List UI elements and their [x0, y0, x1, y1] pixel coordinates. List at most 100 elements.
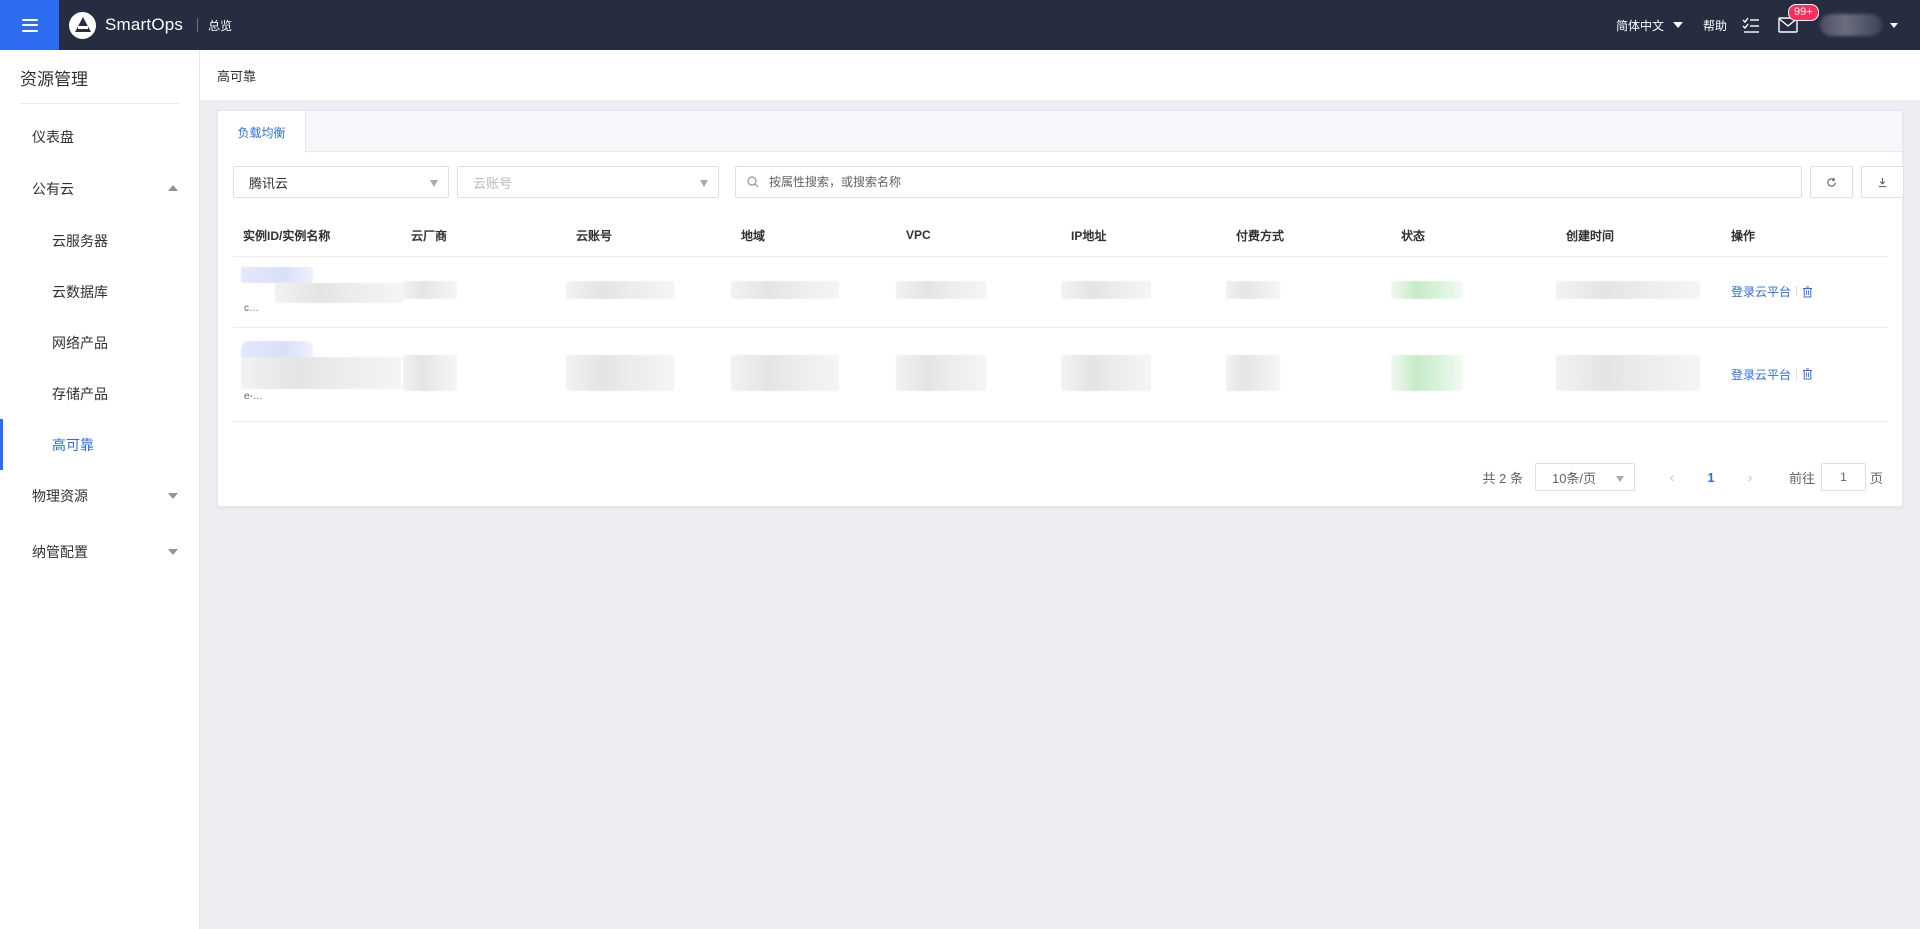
sidebar-item-public-cloud[interactable]: 公有云: [0, 163, 199, 215]
sidebar-item-label: 仪表盘: [32, 129, 74, 145]
column-header[interactable]: 云账号: [566, 215, 731, 257]
next-page-button[interactable]: ›: [1735, 463, 1765, 491]
sidebar-item-label: 纳管配置: [32, 544, 88, 560]
header-actions: 简体中文 帮助 99+: [1616, 0, 1920, 50]
instance-id-cell[interactable]: e-…: [241, 341, 401, 407]
task-list-icon[interactable]: [1741, 15, 1761, 35]
chevron-down-icon: [168, 493, 178, 499]
goto-page: 前往 页: [1789, 463, 1883, 491]
column-header: 操作: [1721, 215, 1888, 257]
provider-select[interactable]: 腾讯云: [233, 166, 449, 198]
filter-bar: 腾讯云 云账号: [233, 166, 1904, 198]
download-button[interactable]: [1861, 166, 1904, 198]
trash-icon[interactable]: [1802, 368, 1813, 380]
app-logo[interactable]: SmartOps: [69, 11, 184, 39]
goto-label: 前往: [1788, 470, 1815, 486]
sidebar-item-cloud-databases[interactable]: 云数据库: [0, 266, 199, 317]
row-actions: 登录云平台: [1731, 366, 1888, 383]
notification-badge: 99+: [1788, 4, 1819, 21]
sidebar-item-label: 物理资源: [32, 488, 88, 504]
status-badge: [1391, 281, 1463, 299]
sidebar-item-storage-products[interactable]: 存储产品: [0, 368, 199, 419]
redacted-instance-id[interactable]: [241, 266, 313, 283]
column-header[interactable]: 地域: [731, 215, 896, 257]
redacted-cell: [1226, 354, 1280, 391]
page-size-select[interactable]: 10条/页: [1534, 463, 1635, 491]
provider-value: 腾讯云: [249, 175, 289, 191]
page-suffix: 页: [1869, 470, 1883, 486]
redacted-cell: [731, 354, 839, 391]
account-select[interactable]: 云账号: [457, 166, 719, 198]
help-link[interactable]: 帮助: [1703, 17, 1727, 34]
sidebar-item-label: 高可靠: [52, 436, 94, 453]
header-divider: [197, 18, 199, 32]
table-row: e-… 登录云平台: [233, 327, 1888, 422]
sidebar-item-high-availability[interactable]: 高可靠: [0, 419, 199, 470]
instance-name-fragment: c…: [244, 302, 259, 314]
redacted-cell: [896, 281, 986, 299]
sidebar-item-dashboard[interactable]: 仪表盘: [0, 111, 199, 163]
redacted-cell: [896, 354, 986, 391]
notifications-button[interactable]: 99+: [1778, 4, 1819, 35]
sidebar-item-label: 存储产品: [52, 385, 108, 402]
column-header[interactable]: VPC: [896, 215, 1061, 257]
action-divider: [1796, 286, 1798, 297]
tab-load-balancer[interactable]: 负载均衡: [218, 111, 306, 153]
redacted-cell: [566, 354, 674, 391]
refresh-icon: [1827, 177, 1836, 187]
status-badge: [1391, 354, 1463, 391]
goto-page-input[interactable]: [1820, 463, 1866, 491]
top-bar: SmartOps 总览 简体中文 帮助 99+: [0, 0, 1920, 50]
column-header[interactable]: 创建时间: [1556, 215, 1721, 257]
table-header-row: 实例ID/实例名称 云厂商 云账号 地域 VPC IP地址 付费方式 状态 创建…: [233, 215, 1888, 257]
redacted-cell: [403, 354, 457, 391]
logo-icon: [69, 11, 96, 39]
sidebar-item-cloud-servers[interactable]: 云服务器: [0, 215, 199, 266]
menu-toggle-button[interactable]: [0, 0, 59, 50]
dropdown-arrow-icon: [430, 180, 438, 187]
overview-link[interactable]: 总览: [208, 17, 232, 34]
redacted-instance-name: [241, 357, 401, 389]
instance-id-cell[interactable]: c…: [241, 265, 403, 319]
column-header[interactable]: 实例ID/实例名称: [233, 215, 401, 257]
page-number[interactable]: 1: [1696, 470, 1726, 485]
row-actions: 登录云平台: [1731, 283, 1888, 300]
column-header[interactable]: IP地址: [1061, 215, 1226, 257]
trash-icon[interactable]: [1802, 286, 1813, 298]
pagination: 共 2 条 10条/页 ‹ 1 › 前往 页: [1483, 463, 1883, 491]
content-card: 负载均衡 腾讯云 云账号 按属性搜索，或搜索名称 实例ID/实例名称 云厂商 云…: [217, 110, 1904, 507]
sidebar-item-label: 云服务器: [52, 232, 108, 249]
account-placeholder: 云账号: [473, 175, 513, 191]
dropdown-arrow-icon: [1615, 476, 1624, 482]
column-header[interactable]: 云厂商: [401, 215, 566, 257]
sidebar: 资源管理 仪表盘 公有云 云服务器 云数据库 网络产品 存储产品 高可靠 物理资…: [0, 50, 200, 929]
sidebar-item-managed-config[interactable]: 纳管配置: [0, 526, 199, 578]
user-menu[interactable]: [1820, 14, 1898, 36]
login-cloud-platform-link[interactable]: 登录云平台: [1731, 283, 1791, 300]
download-icon: [1878, 177, 1887, 187]
column-header[interactable]: 付费方式: [1226, 215, 1391, 257]
chevron-down-icon: [1890, 22, 1898, 28]
prev-page-button[interactable]: ‹: [1657, 463, 1687, 491]
redacted-instance-name: [275, 282, 403, 303]
column-header[interactable]: 状态: [1391, 215, 1556, 257]
sidebar-item-physical-resources[interactable]: 物理资源: [0, 470, 199, 522]
instances-table: 实例ID/实例名称 云厂商 云账号 地域 VPC IP地址 付费方式 状态 创建…: [233, 215, 1888, 422]
sidebar-item-label: 云数据库: [52, 283, 108, 300]
app-name: SmartOps: [105, 15, 184, 34]
redacted-cell: [1226, 281, 1280, 299]
sidebar-item-label: 网络产品: [52, 334, 108, 351]
search-field[interactable]: [735, 166, 1802, 198]
hamburger-icon: [21, 18, 38, 32]
instance-name-fragment: e-…: [244, 391, 263, 402]
refresh-button[interactable]: [1810, 166, 1853, 198]
tab-bar: 负载均衡: [218, 111, 1902, 153]
table-row: c… 登录云平台: [233, 256, 1888, 328]
language-selector[interactable]: 简体中文: [1616, 17, 1683, 34]
redacted-cell: [731, 281, 839, 299]
search-input[interactable]: [769, 175, 1801, 189]
sidebar-item-network-products[interactable]: 网络产品: [0, 317, 199, 368]
action-divider: [1796, 368, 1798, 380]
login-cloud-platform-link[interactable]: 登录云平台: [1731, 366, 1791, 383]
redacted-cell: [403, 281, 457, 299]
